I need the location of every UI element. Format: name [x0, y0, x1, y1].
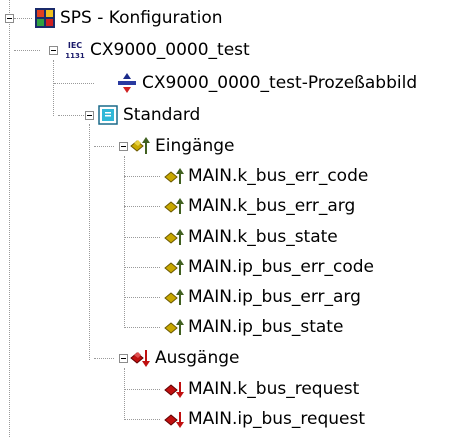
output-variable-icon — [164, 412, 184, 428]
tree-line — [14, 50, 40, 51]
tree-line — [53, 60, 54, 116]
tree-node-outputs[interactable]: Ausgänge — [129, 345, 240, 371]
tree-node-input-var[interactable]: MAIN.ip_bus_err_arg — [162, 284, 361, 310]
task-icon — [98, 105, 118, 125]
tree-node-label: MAIN.ip_bus_request — [188, 409, 365, 429]
iec-1131-icon: IEC 1131 — [65, 41, 85, 60]
plc-config-tree: SPS - Konfiguration IEC 1131 CX9000_0000… — [0, 0, 454, 437]
tree-line — [124, 176, 160, 177]
tree-node-output-var[interactable]: MAIN.k_bus_request — [162, 376, 359, 402]
tree-node-label: MAIN.k_bus_err_arg — [188, 196, 356, 216]
sps-config-icon — [35, 8, 55, 28]
input-variable-icon — [164, 198, 184, 214]
tree-node-label: CX9000_0000_test-Prozeßabbild — [142, 73, 418, 93]
tree-line — [124, 156, 125, 328]
tree-node-label: Standard — [123, 105, 201, 125]
tree-node-standard-task[interactable]: Standard — [97, 102, 200, 128]
tree-line — [58, 115, 84, 116]
collapse-toggle-project[interactable] — [49, 46, 58, 55]
tree-node-sps-configuration[interactable]: SPS - Konfiguration — [34, 5, 223, 31]
tree-line — [124, 327, 160, 328]
output-variable-icon — [164, 382, 184, 398]
tree-line — [14, 18, 32, 19]
collapse-toggle-root[interactable] — [5, 14, 14, 23]
tree-line — [124, 419, 160, 420]
process-image-icon — [118, 73, 136, 93]
tree-line — [124, 368, 125, 420]
tree-node-label: MAIN.k_bus_request — [188, 379, 360, 399]
iec-icon-text-bottom: 1131 — [65, 52, 85, 60]
input-variable-icon — [164, 319, 184, 335]
tree-node-label: SPS - Konfiguration — [60, 8, 223, 28]
tree-node-input-var[interactable]: MAIN.k_bus_err_code — [162, 163, 368, 189]
tree-node-label: Eingänge — [155, 136, 235, 156]
tree-node-input-var[interactable]: MAIN.ip_bus_err_code — [162, 254, 374, 280]
tree-node-label: MAIN.k_bus_err_code — [188, 166, 369, 186]
outputs-icon — [130, 350, 150, 367]
tree-line — [124, 206, 160, 207]
tree-node-label: MAIN.k_bus_state — [188, 227, 338, 247]
input-variable-icon — [164, 289, 184, 305]
tree-line — [124, 297, 160, 298]
tree-node-label: MAIN.ip_bus_err_arg — [188, 287, 361, 307]
tree-node-inputs[interactable]: Eingänge — [129, 133, 234, 159]
tree-line — [124, 389, 160, 390]
tree-node-label: MAIN.ip_bus_err_code — [188, 257, 375, 277]
tree-node-input-var[interactable]: MAIN.k_bus_state — [162, 224, 338, 250]
collapse-toggle-standard[interactable] — [85, 111, 94, 120]
tree-node-label: Ausgänge — [155, 348, 240, 368]
inputs-icon — [130, 137, 150, 154]
tree-node-label: CX9000_0000_test — [90, 40, 250, 60]
tree-node-input-var[interactable]: MAIN.ip_bus_state — [162, 314, 343, 340]
iec-icon-text-top: IEC — [68, 41, 82, 50]
tree-node-input-var[interactable]: MAIN.k_bus_err_arg — [162, 193, 355, 219]
tree-line — [94, 146, 114, 147]
input-variable-icon — [164, 229, 184, 245]
input-variable-icon — [164, 168, 184, 184]
tree-node-output-var[interactable]: MAIN.ip_bus_request — [162, 406, 365, 432]
tree-node-project[interactable]: IEC 1131 CX9000_0000_test — [64, 37, 250, 63]
tree-line — [89, 124, 90, 360]
tree-line — [124, 267, 160, 268]
collapse-toggle-inputs[interactable] — [119, 142, 128, 151]
tree-line — [124, 237, 160, 238]
tree-line — [9, 0, 10, 437]
input-variable-icon — [164, 259, 184, 275]
tree-line — [54, 83, 94, 84]
collapse-toggle-outputs[interactable] — [119, 354, 128, 363]
tree-node-label: MAIN.ip_bus_state — [188, 317, 344, 337]
tree-line — [94, 358, 114, 359]
tree-node-process-image[interactable]: CX9000_0000_test-Prozeßabbild — [116, 70, 417, 96]
